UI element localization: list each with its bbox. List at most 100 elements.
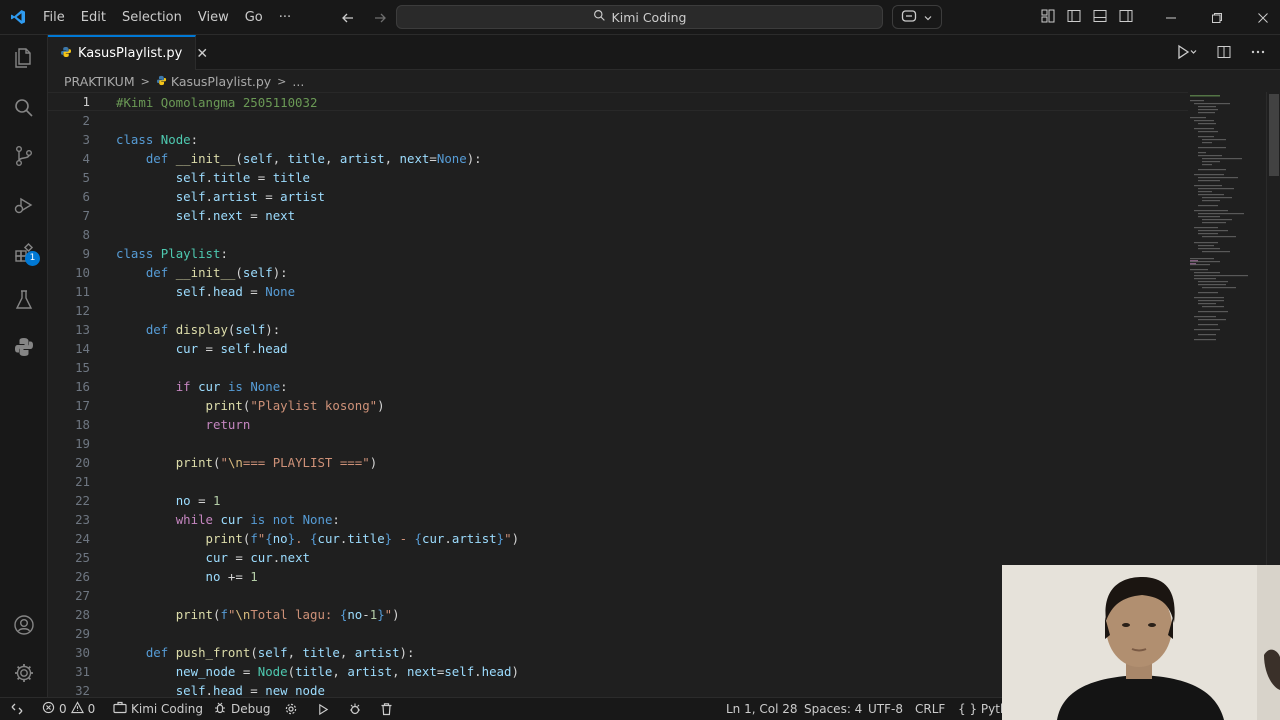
debug-item[interactable]: Debug (213, 698, 270, 720)
python-file-icon (156, 74, 167, 89)
copilot-button[interactable] (892, 5, 942, 29)
chevron-down-icon (923, 8, 933, 27)
error-icon (42, 701, 55, 717)
editor-tabs: KasusPlaylist.py ✕ (48, 35, 1280, 70)
line-number-text: 2 (82, 113, 90, 128)
navigation-arrows (338, 8, 390, 28)
code-line[interactable]: def display(self): (48, 320, 1188, 339)
toggle-sidebar-icon[interactable] (1066, 8, 1084, 26)
code-line[interactable]: self.next = next (48, 206, 1188, 225)
tab-kasusplaylist[interactable]: KasusPlaylist.py ✕ (48, 35, 208, 70)
code-line[interactable]: def __init__(self, title, artist, next=N… (48, 149, 1188, 168)
command-center[interactable]: Kimi Coding (396, 5, 883, 29)
encoding[interactable]: UTF-8 (868, 698, 903, 720)
code-line[interactable]: print(f"{no}. {cur.title} - {cur.artist}… (48, 529, 1188, 548)
toggle-panel-icon[interactable] (1092, 8, 1110, 26)
line-number-text: 21 (75, 474, 90, 489)
language-mode[interactable]: { } Pyth (958, 698, 1008, 720)
toggle-secondary-sidebar-icon[interactable] (1118, 8, 1136, 26)
scrollbar-thumb[interactable] (1269, 94, 1279, 176)
menu-selection[interactable]: Selection (114, 0, 190, 35)
code-line[interactable]: #Kimi Qomolangma 2505110032 (48, 92, 1188, 111)
code-line[interactable]: if cur is None: (48, 377, 1188, 396)
code-line[interactable]: class Playlist: (48, 244, 1188, 263)
menu-go[interactable]: Go (237, 0, 271, 35)
breadcrumb-more[interactable]: ... (292, 74, 304, 89)
customize-layout-icon[interactable] (1040, 8, 1058, 26)
line-number-text: 15 (75, 360, 90, 375)
code-line[interactable]: while cur is not None: (48, 510, 1188, 529)
debug-icon (213, 701, 227, 718)
debug-label: Debug (231, 702, 271, 716)
code-line[interactable]: self.title = title (48, 168, 1188, 187)
line-number-text: 29 (75, 626, 90, 641)
line-number-text: 8 (82, 227, 90, 242)
python-icon[interactable] (12, 335, 36, 359)
breadcrumb-folder[interactable]: PRAKTIKUM (64, 74, 135, 89)
settings-sync-icon[interactable] (284, 698, 298, 720)
layout-controls (1040, 8, 1136, 26)
line-number: 12 (48, 301, 94, 320)
arrow-left-icon[interactable] (338, 8, 358, 28)
menu-more[interactable]: ··· (271, 0, 299, 35)
code-line[interactable]: return (48, 415, 1188, 434)
settings-icon[interactable] (12, 661, 36, 685)
warning-count: 0 (87, 702, 96, 716)
menu-view[interactable]: View (190, 0, 237, 35)
cursor-position[interactable]: Ln 1, Col 28 (726, 698, 798, 720)
code-line[interactable]: no = 1 (48, 491, 1188, 510)
code-line[interactable]: print("\n=== PLAYLIST ===") (48, 453, 1188, 472)
chevron-right-icon: > (277, 74, 287, 88)
remote-icon[interactable] (10, 698, 24, 720)
problems-indicator[interactable]: 0 0 (42, 698, 95, 720)
activity-bar: 1 (0, 35, 48, 697)
split-editor-icon[interactable] (1216, 44, 1232, 64)
restore-icon[interactable] (1194, 0, 1240, 35)
line-number: 29 (48, 624, 94, 643)
line-number: 8 (48, 225, 94, 244)
testing-icon[interactable] (12, 288, 36, 312)
end-of-line[interactable]: CRLF (915, 698, 945, 720)
indentation[interactable]: Spaces: 4 (804, 698, 862, 720)
vscode-logo-icon (0, 0, 35, 35)
close-tab-icon[interactable]: ✕ (196, 46, 208, 62)
title-bar: File Edit Selection View Go ··· Kimi Cod… (0, 0, 1280, 35)
code-line[interactable]: print("Playlist kosong") (48, 396, 1188, 415)
code-line[interactable]: class Node: (48, 130, 1188, 149)
menu-file[interactable]: File (35, 0, 73, 35)
breadcrumb: PRAKTIKUM > KasusPlaylist.py > ... (48, 70, 304, 92)
line-number: 21 (48, 472, 94, 491)
close-icon[interactable] (1240, 0, 1280, 35)
webcam-person-image (1002, 565, 1280, 720)
code-line[interactable]: self.head = None (48, 282, 1188, 301)
explorer-icon[interactable] (12, 46, 36, 70)
search-icon[interactable] (12, 96, 36, 120)
chevron-right-icon: > (140, 74, 150, 88)
run-file-icon[interactable] (317, 698, 330, 720)
source-control-icon[interactable] (12, 144, 36, 168)
command-center-label: Kimi Coding (611, 9, 687, 25)
webcam-overlay (1002, 565, 1280, 720)
window-controls (1148, 0, 1280, 35)
menu-edit[interactable]: Edit (73, 0, 114, 35)
run-icon[interactable] (1176, 44, 1198, 64)
search-icon (593, 9, 606, 25)
minimap[interactable] (1188, 92, 1268, 352)
line-number: 2 (48, 111, 94, 130)
more-icon[interactable] (1250, 44, 1266, 64)
line-number-text: 19 (75, 436, 90, 451)
account-icon[interactable] (12, 613, 36, 637)
code-line[interactable]: cur = self.head (48, 339, 1188, 358)
minimize-icon[interactable] (1148, 0, 1194, 35)
code-line[interactable]: self.artist = artist (48, 187, 1188, 206)
python-file-icon (60, 46, 72, 62)
code-line[interactable]: def __init__(self): (48, 263, 1188, 282)
trash-icon[interactable] (380, 698, 393, 720)
profile-item[interactable]: Kimi Coding (113, 698, 203, 720)
warning-icon (70, 701, 84, 717)
menu-bar: File Edit Selection View Go ··· (35, 0, 299, 35)
run-debug-icon[interactable] (12, 193, 36, 217)
bug-icon[interactable] (348, 698, 362, 720)
arrow-right-icon[interactable] (370, 8, 390, 28)
breadcrumb-file[interactable]: KasusPlaylist.py (171, 74, 271, 89)
